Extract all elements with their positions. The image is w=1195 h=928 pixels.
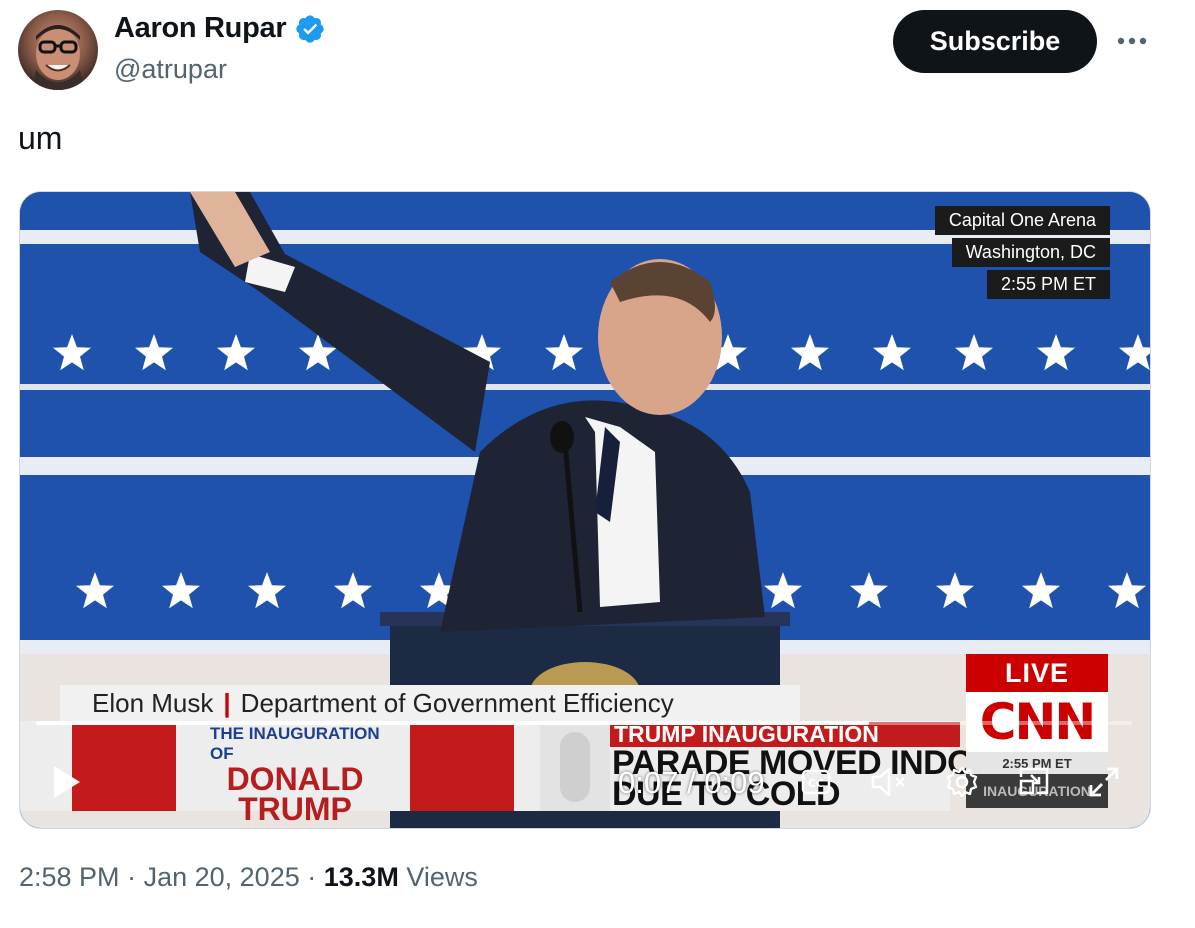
banner-red-block — [72, 721, 176, 811]
tweet-time[interactable]: 2:58 PM — [19, 862, 120, 892]
verified-badge-icon[interactable] — [294, 13, 326, 45]
tweet-date[interactable]: Jan 20, 2025 — [144, 862, 300, 892]
subscribe-button[interactable]: Subscribe — [893, 10, 1097, 73]
current-time: 0:07 — [618, 765, 679, 800]
inauguration-logo: THE INAUGURATION OF DONALD TRUMP — [210, 724, 380, 825]
author-handle[interactable]: @atrupar — [114, 54, 227, 85]
lower-third-separator: | — [223, 687, 231, 718]
inauguration-line1: THE INAUGURATION OF — [210, 724, 380, 763]
location-line: Capital One Arena — [934, 206, 1110, 235]
author-name-row: Aaron Rupar — [114, 12, 326, 45]
lower-third-name: Elon Musk — [92, 687, 214, 718]
gear-icon[interactable] — [942, 762, 982, 802]
duration: 0:09 — [704, 765, 765, 800]
location-line: Washington, DC — [951, 238, 1110, 267]
banner-red-block — [410, 721, 514, 811]
captions-icon[interactable]: CC — [798, 764, 834, 800]
muted-speaker-icon[interactable] — [868, 764, 912, 800]
author-name[interactable]: Aaron Rupar — [114, 12, 287, 45]
video-player[interactable]: THE INAUGURATION OF DONALD TRUMP TRUMP I… — [19, 191, 1151, 829]
views-label: Views — [406, 862, 478, 892]
tweet-meta: 2:58 PM · Jan 20, 2025 · 13.3M Views — [19, 862, 478, 893]
avatar[interactable] — [18, 10, 98, 90]
tweet-text: um — [18, 120, 63, 156]
time-separator: / — [686, 765, 696, 800]
live-badge: LIVE — [966, 654, 1108, 692]
lower-third: Elon Musk | Department of Government Eff… — [60, 685, 800, 721]
picture-in-picture-icon[interactable] — [1014, 762, 1054, 802]
location-line: 2:55 PM ET — [986, 270, 1110, 299]
playback-time: 0:07 / 0:09 — [618, 765, 765, 801]
svg-text:CC: CC — [808, 777, 824, 790]
play-icon[interactable] — [46, 762, 86, 802]
fullscreen-icon[interactable] — [1084, 762, 1124, 802]
more-horizontal-icon[interactable] — [1112, 25, 1152, 57]
inauguration-line3: TRUMP — [238, 791, 352, 827]
progress-fill — [36, 721, 869, 725]
views-count: 13.3M — [323, 862, 399, 892]
progress-bar[interactable] — [36, 721, 1132, 725]
location-overlay: Capital One Arena Washington, DC 2:55 PM… — [934, 206, 1110, 299]
meta-dot: · — [307, 862, 317, 892]
meta-dot: · — [127, 862, 137, 892]
inauguration-line2: DONALD — [226, 761, 364, 797]
lower-third-title: Department of Government Efficiency — [240, 687, 674, 718]
